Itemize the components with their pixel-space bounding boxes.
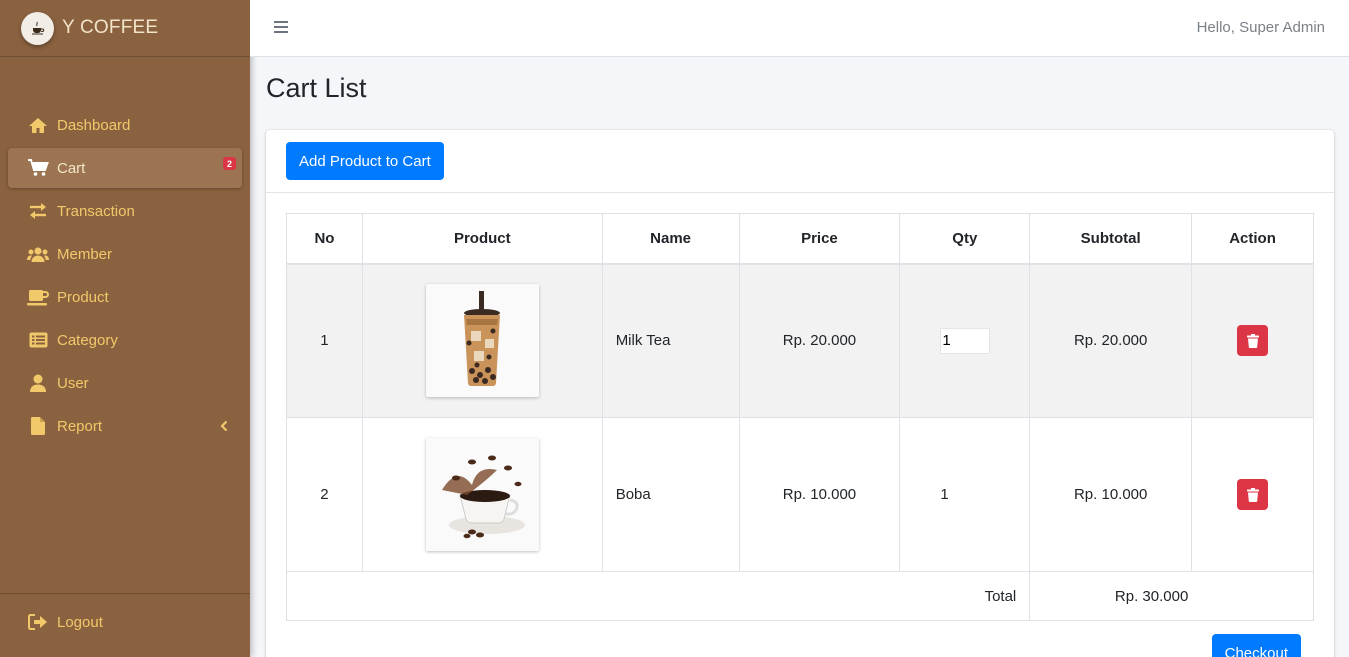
add-product-to-cart-button[interactable]: Add Product to Cart	[286, 142, 444, 180]
boba-coffee-image	[425, 438, 539, 551]
sidebar-item-label: Product	[57, 288, 109, 306]
table-row: 2 Boba Rp. 10.000 1 Rp. 10.000	[286, 417, 1314, 572]
cart-icon	[27, 159, 49, 177]
chevron-left-icon	[220, 419, 228, 436]
product-subtotal: Rp. 20.000	[1029, 263, 1193, 418]
action-cell	[1191, 417, 1314, 572]
table-row: 1 Milk Tea Rp. 20.000 1 Rp. 20.000	[286, 263, 1314, 418]
total-value: Rp. 30.000	[1029, 571, 1314, 621]
card-header: Add Product to Cart	[266, 130, 1334, 193]
sidebar-item-label: Cart	[57, 159, 86, 177]
list-icon	[27, 331, 49, 349]
product-qty: 1	[899, 417, 1031, 572]
product-price: Rp. 10.000	[738, 417, 901, 572]
sidebar-item-dashboard[interactable]: Dashboard	[8, 105, 242, 145]
hamburger-menu-icon[interactable]	[274, 20, 288, 39]
cart-table: No Product Name Price Qty Subtotal Actio…	[285, 213, 1314, 621]
sidebar-nav: Dashboard Cart 2 Transaction Member Prod…	[8, 105, 242, 449]
home-icon	[27, 116, 49, 134]
user-icon	[27, 374, 49, 392]
column-header: Name	[601, 213, 740, 265]
column-header: Subtotal	[1029, 213, 1193, 265]
product-image-cell	[361, 263, 603, 418]
trash-icon	[1246, 333, 1259, 348]
product-price: Rp. 20.000	[738, 263, 901, 418]
sidebar-item-label: Report	[57, 417, 103, 435]
product-image-cell	[361, 417, 603, 572]
column-header: Product	[361, 213, 603, 265]
column-header: Action	[1191, 213, 1314, 265]
row-number: 2	[286, 417, 363, 572]
sidebar-item-cart[interactable]: Cart 2	[8, 148, 242, 188]
sidebar: Y COFFEE Dashboard Cart 2 Transaction Me…	[0, 0, 250, 657]
milk-tea-image	[425, 284, 539, 398]
trash-icon	[1246, 487, 1259, 502]
sidebar-item-category[interactable]: Category	[8, 320, 242, 360]
sidebar-divider	[0, 593, 250, 594]
sidebar-item-product[interactable]: Product	[8, 277, 242, 317]
page-title: Cart List	[266, 73, 367, 103]
product-name: Boba	[601, 417, 740, 572]
sidebar-item-label: Dashboard	[57, 116, 131, 134]
checkout-button[interactable]: Checkout	[1211, 634, 1301, 657]
delete-button[interactable]	[1237, 479, 1269, 510]
logout-label: Logout	[57, 613, 103, 631]
brand[interactable]: Y COFFEE	[0, 0, 250, 57]
sidebar-item-member[interactable]: Member	[8, 234, 242, 274]
brand-name: Y COFFEE	[62, 17, 159, 38]
logout-link[interactable]: Logout	[8, 602, 242, 642]
cart-count-badge: 2	[223, 157, 236, 170]
column-header: No	[286, 213, 363, 265]
column-header: Qty	[899, 213, 1031, 265]
row-number: 1	[286, 263, 363, 418]
action-cell	[1191, 263, 1314, 418]
delete-button[interactable]	[1237, 325, 1269, 357]
total-row: Total Rp. 30.000	[285, 571, 1314, 621]
mug-icon	[27, 288, 49, 306]
top-navbar: Hello, Super Admin	[250, 0, 1349, 57]
product-subtotal: Rp. 10.000	[1029, 417, 1193, 572]
quantity-input[interactable]	[940, 327, 991, 354]
qty-cell	[899, 263, 1031, 418]
sidebar-item-label: Transaction	[57, 202, 135, 220]
cart-card: Add Product to Cart No Product Name Pric…	[266, 130, 1334, 657]
sidebar-item-label: Category	[57, 331, 118, 349]
sidebar-item-user[interactable]: User	[8, 363, 242, 403]
file-icon	[27, 417, 49, 435]
total-label: Total	[285, 571, 1031, 621]
sidebar-item-label: User	[57, 374, 89, 392]
exchange-icon	[27, 202, 49, 220]
users-icon	[27, 245, 49, 263]
user-greeting[interactable]: Hello, Super Admin	[1197, 19, 1325, 36]
sign-out-icon	[27, 613, 49, 631]
sidebar-item-label: Member	[57, 245, 113, 263]
product-name: Milk Tea	[601, 263, 740, 418]
sidebar-item-transaction[interactable]: Transaction	[8, 191, 242, 231]
coffee-logo-icon	[21, 11, 54, 45]
column-header: Price	[738, 213, 901, 265]
sidebar-item-report[interactable]: Report	[8, 406, 242, 446]
